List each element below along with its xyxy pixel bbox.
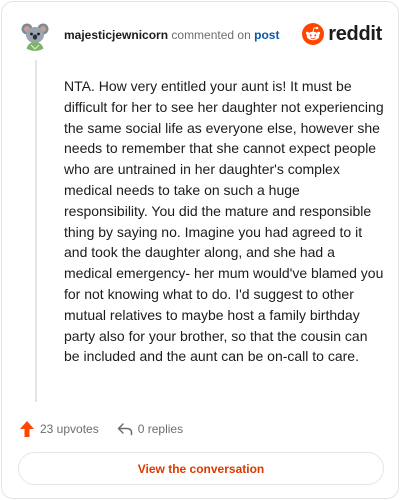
koala-avatar-icon <box>19 19 51 51</box>
reddit-wordmark: reddit <box>328 22 382 45</box>
reply-arrow-icon <box>117 423 132 436</box>
view-conversation-button[interactable]: View the conversation <box>18 452 384 485</box>
comment-text: NTA. How very entitled your aunt is! It … <box>64 78 384 365</box>
comment-meta: majesticjewnicorn commented on post <box>64 28 279 42</box>
reddit-snoo-icon <box>302 23 325 45</box>
post-link[interactable]: post <box>254 28 279 42</box>
upvote-arrow-icon <box>20 421 34 437</box>
reply-label: 0 replies <box>137 422 184 436</box>
comment-footer: 23 upvotes 0 replies <box>19 419 201 439</box>
comment-embed-card: majesticjewnicorn commented on post redd… <box>1 1 399 499</box>
comment-header: majesticjewnicorn commented on post redd… <box>19 18 382 52</box>
thread-line <box>35 60 37 402</box>
action-text: commented on <box>171 28 251 42</box>
reply-count[interactable]: 0 replies <box>117 422 183 436</box>
reddit-logo[interactable]: reddit <box>302 22 382 46</box>
avatar[interactable] <box>19 19 51 51</box>
upvote-count[interactable]: 23 upvotes <box>19 420 99 438</box>
upvote-label: 23 upvotes <box>40 422 99 436</box>
username-link[interactable]: majesticjewnicorn <box>64 28 168 42</box>
